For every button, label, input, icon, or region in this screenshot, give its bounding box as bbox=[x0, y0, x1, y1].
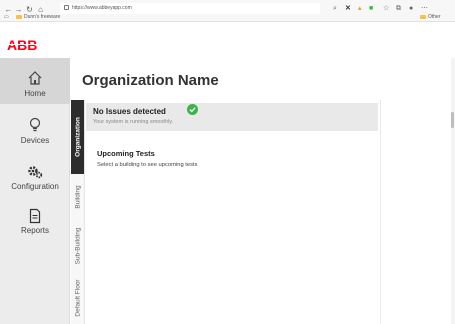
abb-logo[interactable]: ABB bbox=[7, 38, 41, 52]
gear-icon bbox=[28, 166, 43, 179]
tab-label: Default Floor bbox=[74, 279, 81, 317]
folder-icon bbox=[420, 15, 426, 19]
app-header bbox=[0, 22, 455, 58]
bookmark-dunns[interactable]: Dunn's freeware bbox=[16, 12, 60, 22]
tab-organization[interactable]: Organization bbox=[71, 100, 85, 174]
bookmarks-bar: ▭ Dunn's freeware Other favorites bbox=[0, 12, 455, 30]
sidebar-item-configuration[interactable]: Configuration bbox=[0, 160, 70, 206]
sidebar-item-label: Reports bbox=[20, 226, 49, 235]
scrollbar-thumb[interactable] bbox=[451, 112, 454, 128]
lock-icon bbox=[64, 5, 69, 10]
sidebar-item-label: Configuration bbox=[11, 182, 59, 191]
content-panel bbox=[86, 100, 381, 324]
status-subtitle: Your system is running smoothly. bbox=[93, 119, 174, 125]
sidebar: Home Devices Configuration Reports bbox=[0, 58, 70, 324]
bookmark-app-icon[interactable]: ▭ bbox=[4, 12, 9, 22]
sidebar-item-reports[interactable]: Reports bbox=[0, 204, 70, 250]
upcoming-tests-text: Select a building to see upcoming tests bbox=[97, 162, 198, 168]
sidebar-item-devices[interactable]: Devices bbox=[0, 112, 70, 158]
tab-label: Organization bbox=[74, 117, 81, 157]
check-circle-icon bbox=[187, 104, 198, 115]
sidebar-item-label: Devices bbox=[20, 136, 50, 145]
tab-label: Sub-Building bbox=[74, 227, 81, 265]
scrollbar[interactable] bbox=[451, 58, 455, 324]
bookmark-label: Dunn's freeware bbox=[24, 14, 61, 20]
document-icon bbox=[29, 208, 41, 224]
upcoming-tests-title: Upcoming Tests bbox=[97, 149, 155, 158]
status-title: No Issues detected bbox=[93, 107, 166, 116]
tab-building[interactable]: Building bbox=[71, 174, 85, 220]
sidebar-item-label: Home bbox=[24, 89, 46, 98]
browser-toolbar: ← → ↻ ⌂ https://www.abbeyapp.com ⌕ ✕ ▴ ■… bbox=[0, 0, 455, 30]
tab-label: Building bbox=[74, 185, 81, 209]
home-icon bbox=[28, 71, 42, 85]
page-title: Organization Name bbox=[82, 72, 219, 89]
address-url: https://www.abbeyapp.com bbox=[72, 5, 132, 11]
tab-default-floor[interactable]: Default Floor bbox=[71, 272, 85, 324]
sidebar-item-home[interactable]: Home bbox=[0, 58, 70, 104]
folder-icon bbox=[16, 15, 22, 19]
lightbulb-icon bbox=[29, 117, 41, 132]
tab-sub-building[interactable]: Sub-Building bbox=[71, 220, 85, 272]
